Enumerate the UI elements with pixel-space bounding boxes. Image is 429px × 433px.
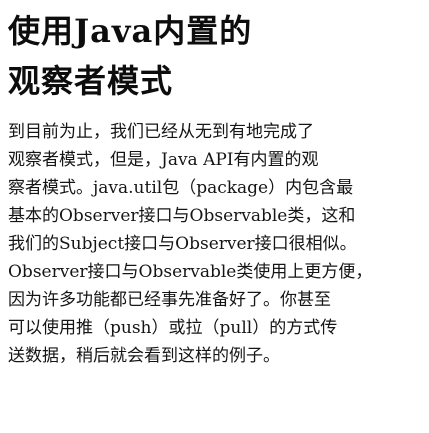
book-page: 使用Java内置的 观察者模式 到目前为止，我们已经从无到有地完成了 观察者模式… (0, 0, 429, 433)
body-paragraph: 到目前为止，我们已经从无到有地完成了 观察者模式，但是，Java API有内置的… (8, 118, 424, 370)
body-line-9: 送数据，稍后就会看到这样的例子。 (8, 346, 280, 366)
body-line-5: 我们的Subject接口与Observer接口很相似。 (8, 234, 357, 254)
section-heading-line-1: 使用Java内置的 (8, 12, 253, 50)
section-heading-line-2: 观察者模式 (8, 62, 174, 100)
body-line-6: Observer接口与Observable类使用上更方便， (8, 262, 373, 282)
body-line-3: 察者模式。java.util包（package）内包含最 (8, 178, 354, 198)
body-line-1: 到目前为止，我们已经从无到有地完成了 (8, 122, 314, 142)
body-line-7: 因为许多功能都已经事先准备好了。你甚至 (8, 290, 331, 310)
body-line-4: 基本的Observer接口与Observable类，这和 (8, 206, 356, 226)
body-line-2: 观察者模式，但是，Java API有内置的观 (8, 150, 319, 170)
body-line-8: 可以使用推（push）或拉（pull）的方式传 (8, 318, 338, 338)
section-heading: 使用Java内置的 观察者模式 (8, 6, 429, 106)
